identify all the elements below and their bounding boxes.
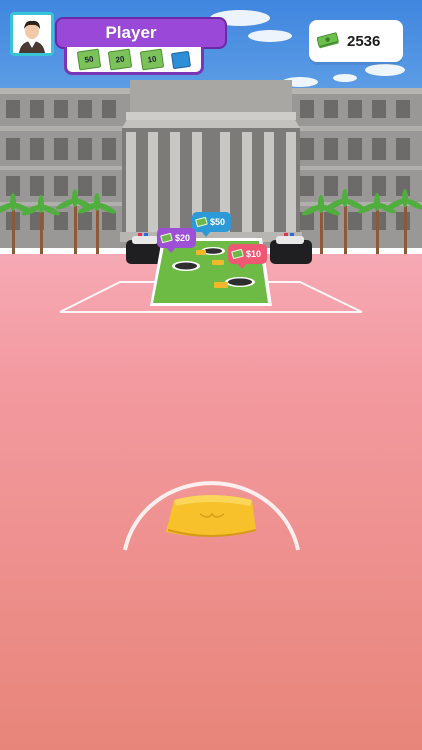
target-label-10: $10 — [246, 249, 262, 259]
chip-tray: 50 20 10 — [64, 47, 204, 75]
chip-icon: 10 — [139, 48, 164, 71]
cash-icon — [231, 248, 244, 260]
chip-value-20: 20 — [115, 54, 126, 65]
cash-icon — [317, 32, 339, 49]
money-counter: 2536 — [309, 20, 403, 62]
player-name-bar: Player — [55, 17, 227, 49]
cash-icon — [160, 232, 173, 244]
chip-value-50: 50 — [83, 54, 94, 65]
target-bubble-10: $10 — [228, 244, 268, 269]
cash-icon — [195, 216, 208, 228]
target-label-20: $20 — [175, 233, 191, 243]
chip-icon: 20 — [108, 48, 133, 71]
sandbag-icon[interactable] — [166, 495, 257, 537]
target-bubble-50: $50 — [192, 212, 232, 237]
chip-icon: 50 — [76, 48, 101, 71]
target-bubble-20: $20 — [157, 228, 197, 253]
avatar[interactable] — [10, 12, 54, 56]
player-name: Player — [105, 23, 157, 42]
money-value: 2536 — [347, 32, 381, 50]
game-scene — [0, 0, 422, 750]
chip-value-10: 10 — [146, 54, 157, 65]
chip-icon-blue — [171, 50, 192, 69]
target-label-50: $50 — [210, 217, 226, 227]
avatar-icon — [13, 15, 51, 53]
